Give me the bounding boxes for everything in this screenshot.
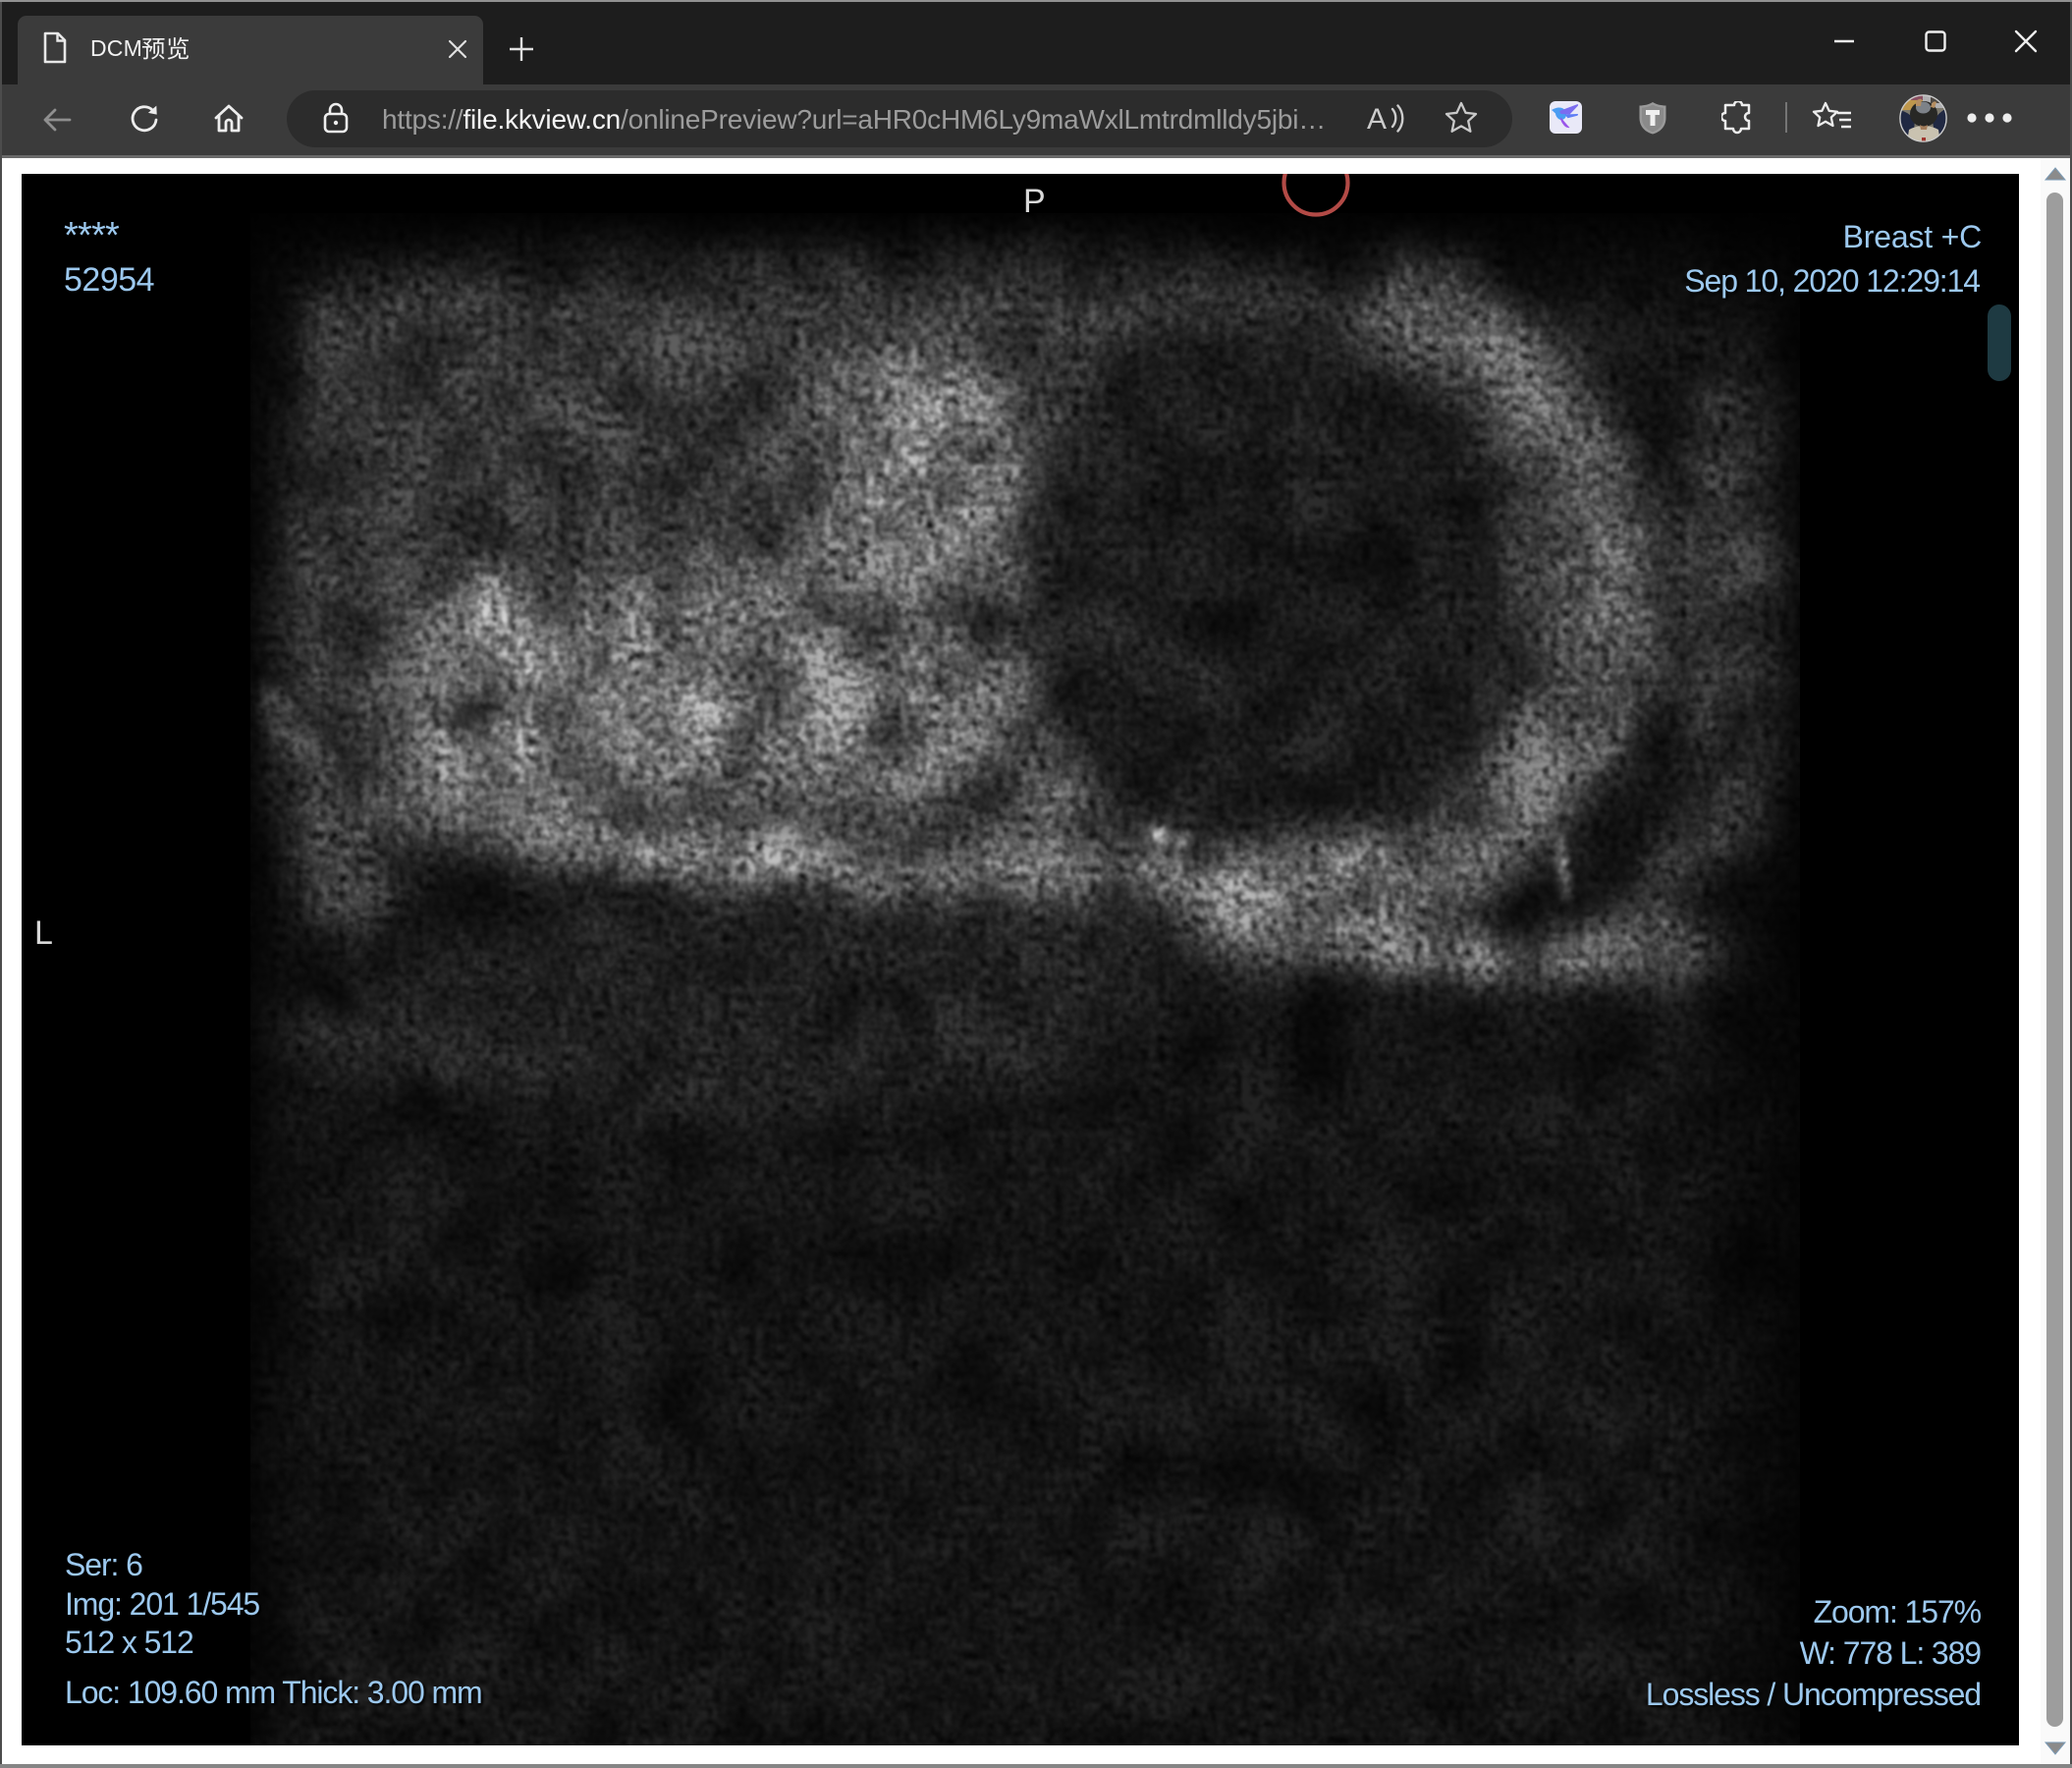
svg-text:A: A [1367,103,1387,136]
